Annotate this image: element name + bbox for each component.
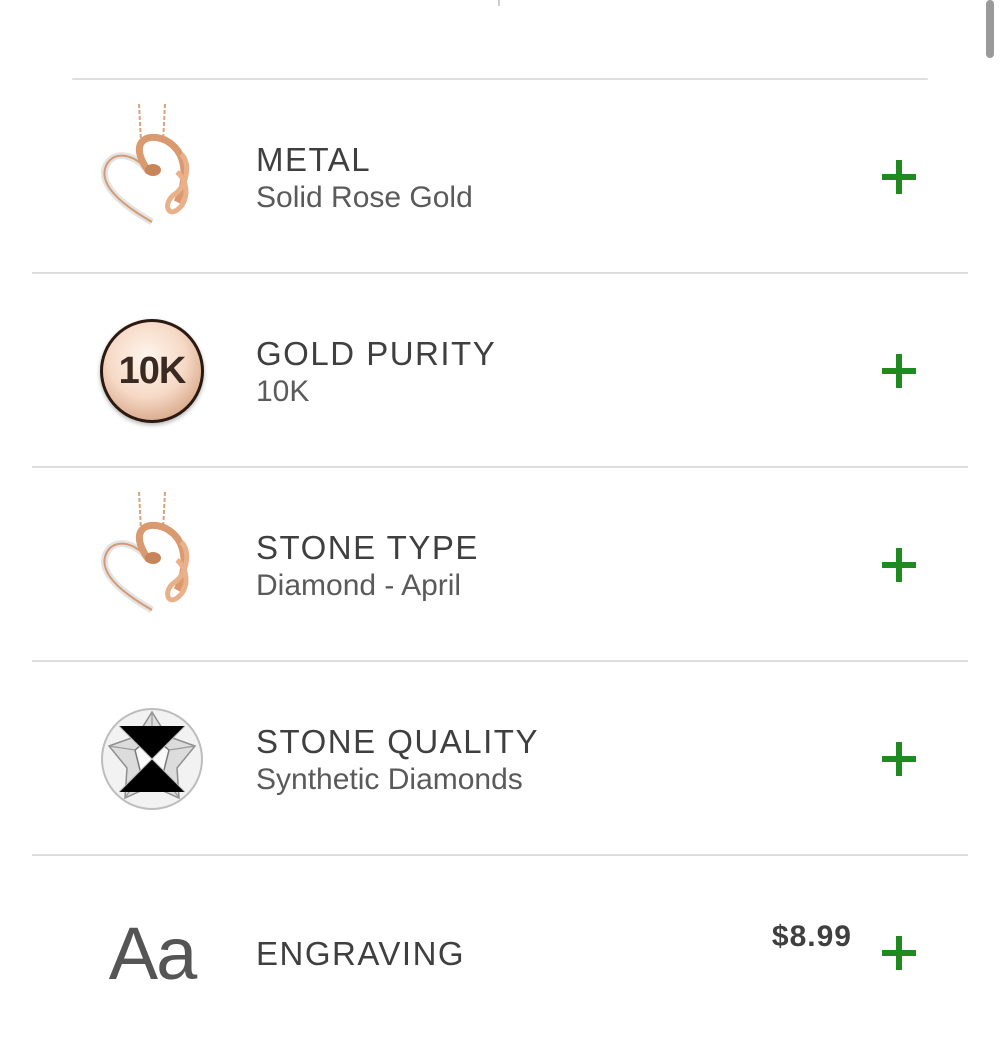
expand-plus-icon[interactable] (882, 936, 916, 970)
heart-pendant-icon (96, 80, 208, 274)
expand-plus-icon[interactable] (882, 354, 916, 388)
option-value: Solid Rose Gold (256, 181, 473, 214)
option-title: ENGRAVING (256, 935, 466, 972)
option-row-gold-purity[interactable]: 10K GOLD PURITY 10K (32, 274, 968, 468)
expand-plus-icon[interactable] (882, 548, 916, 582)
expand-plus-icon[interactable] (882, 160, 916, 194)
option-title: STONE TYPE (256, 529, 479, 566)
heart-pendant-icon (96, 468, 208, 662)
option-value: Synthetic Diamonds (256, 763, 523, 796)
option-title: GOLD PURITY (256, 335, 497, 372)
option-title: METAL (256, 141, 372, 178)
option-title: STONE QUALITY (256, 723, 539, 760)
option-row-engraving[interactable]: Aa ENGRAVING $8.99 (32, 856, 968, 1000)
option-value: 10K (256, 375, 310, 408)
text-aa-icon: Aa (96, 856, 208, 1050)
expand-plus-icon[interactable] (882, 742, 916, 776)
option-row-stone-quality[interactable]: STONE QUALITY Synthetic Diamonds (32, 662, 968, 856)
top-divider-tick (498, 0, 500, 6)
diamond-icon (96, 662, 208, 856)
engraving-icon-text: Aa (108, 911, 198, 995)
coin-label: 10K (100, 319, 204, 423)
option-value: Diamond - April (256, 569, 462, 602)
engraving-price: $8.99 (771, 920, 852, 953)
option-row-metal[interactable]: METAL Solid Rose Gold (32, 80, 968, 274)
scrollbar[interactable] (986, 0, 994, 58)
option-row-stone-type[interactable]: STONE TYPE Diamond - April (32, 468, 968, 662)
gold-coin-icon: 10K (96, 274, 208, 468)
